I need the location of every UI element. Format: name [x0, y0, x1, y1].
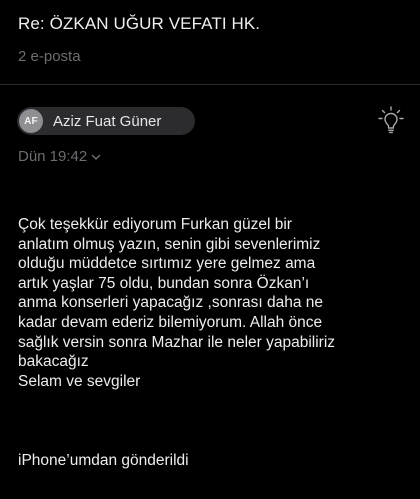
body-line: anma konserleri yapacağız ,sonrası daha … — [18, 294, 324, 312]
body-line: anlatım olmuş yazın, senin gibi sevenler… — [18, 235, 321, 253]
body-line: artık yaşlar 75 oldu, bundan sonra Özkan… — [18, 274, 310, 292]
avatar: AF — [19, 109, 43, 133]
body-line: Selam ve sevgiler — [18, 372, 141, 390]
email-body: Çok teşekkür ediyorum Furkan güzel bir a… — [18, 215, 410, 391]
email-subject: Re: ÖZKAN UĞUR VEFATI HK. — [18, 14, 261, 33]
thread-count: 2 e-posta — [18, 48, 81, 65]
body-line: kadar devam ederiz bilemiyorum. Allah ön… — [18, 313, 323, 331]
email-signature: iPhone’umdan gönderildi — [18, 452, 189, 469]
body-line: Çok teşekkür ediyorum Furkan güzel bir — [18, 216, 292, 233]
sender-chip[interactable]: AF Aziz Fuat Güner — [17, 107, 195, 135]
chevron-down-icon — [91, 154, 101, 160]
lightbulb-icon[interactable] — [376, 105, 406, 135]
body-line: bakacağız — [18, 353, 89, 371]
date-toggle[interactable]: Dün 19:42 — [18, 148, 101, 165]
sender-name: Aziz Fuat Güner — [53, 112, 162, 130]
body-line: sağlık versin sonra Mazhar ile neler yap… — [18, 333, 336, 351]
email-date: Dün 19:42 — [18, 148, 88, 165]
body-line: olduğu müddetce sırtımız yere gelmez ama — [18, 255, 316, 273]
header-divider — [0, 84, 420, 85]
